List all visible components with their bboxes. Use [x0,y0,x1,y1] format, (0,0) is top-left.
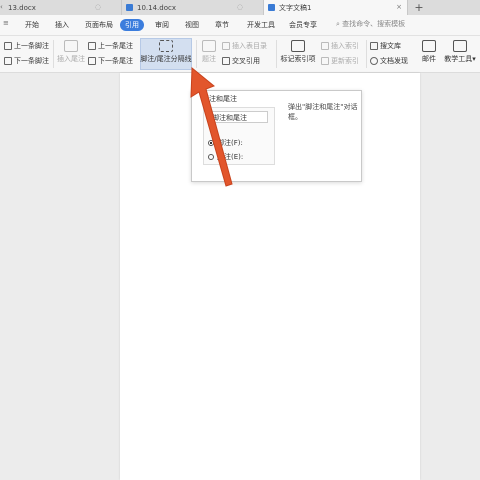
library-icon [370,42,378,50]
prev-footnote-button[interactable]: 上一条脚注 [4,41,49,51]
menu-dev-tools[interactable]: 开发工具 [242,19,280,31]
pin-icon[interactable]: ◌ [237,3,243,11]
menu-references[interactable]: 引用 [120,19,144,31]
next-endnote-icon [88,57,96,65]
mark-index-button[interactable]: 标记索引项 [279,40,317,64]
mail-label: 邮件 [422,55,436,63]
search-icon: ⌕ [336,20,340,28]
prev-endnote-button[interactable]: 上一条尾注 [88,41,133,51]
menu-view[interactable]: 视图 [180,19,204,31]
wps-doc-icon [126,4,133,11]
search-placeholder: 查找命令、搜索模板 [342,20,406,28]
prev-endnote-label: 上一条尾注 [98,42,133,50]
pin-icon[interactable]: ◌ [95,3,101,11]
separator-label: 脚注/尾注分隔线 [140,55,192,63]
next-footnote-label: 下一条脚注 [14,57,49,65]
next-footnote-icon [4,57,12,65]
next-footnote-button[interactable]: 下一条脚注 [4,56,49,66]
tab-wenzi[interactable]: 文字文稿1 × [264,0,408,15]
mail-button[interactable]: 邮件 [418,40,440,64]
new-tab-button[interactable]: + [412,0,426,15]
tab-13docx[interactable]: 13.docx ◌ [4,0,122,15]
insert-index-icon [321,42,329,50]
doc-discover-button[interactable]: 文档发现 [370,56,408,66]
update-index-icon [321,57,329,65]
update-index-label: 更新索引 [331,57,359,65]
menu-insert[interactable]: 插入 [50,19,74,31]
tools-button[interactable]: 教学工具▾ [441,40,479,64]
divider [276,40,277,68]
doc-discover-label: 文档发现 [380,57,408,65]
prev-endnote-icon [88,42,96,50]
discover-icon [370,57,378,65]
insert-endnote-label: 插入尾注 [57,55,85,63]
insert-toc-button[interactable]: 插入表目录 [222,41,267,51]
expand-icon[interactable]: ≡ [3,19,9,27]
caption-button[interactable]: 题注 [198,40,220,64]
prev-footnote-icon [4,42,12,50]
menu-member[interactable]: 会员专享 [284,19,322,31]
doc-library-button[interactable]: 搜文库 [370,41,401,51]
menu-start[interactable]: 开始 [20,19,44,31]
mark-index-icon [291,40,305,52]
wps-doc-icon [268,4,275,11]
insert-index-label: 插入索引 [331,42,359,50]
menu-chapter[interactable]: 章节 [210,19,234,31]
tab-label: 10.14.docx [137,3,176,12]
tooltip-description: 弹出"脚注和尾注"对话框。 [288,103,358,121]
insert-endnote-button[interactable]: 插入尾注 [54,40,88,64]
caption-label: 题注 [202,55,216,63]
menu-layout[interactable]: 页面布局 [80,19,118,31]
divider [366,40,367,68]
insert-toc-label: 插入表目录 [232,42,267,50]
prev-footnote-label: 上一条脚注 [14,42,49,50]
mark-index-label: 标记索引项 [280,55,316,63]
tab-1014docx[interactable]: 10.14.docx ◌ [122,0,264,15]
arrow-annotation [190,66,233,187]
next-endnote-button[interactable]: 下一条尾注 [88,56,133,66]
close-icon[interactable]: × [396,3,402,11]
tools-icon [453,40,467,52]
chevron-down-icon: ▾ [472,55,476,63]
separator-icon [159,40,173,52]
menu-review[interactable]: 审阅 [150,19,174,31]
separator-button[interactable]: 脚注/尾注分隔线 [140,40,192,64]
tab-bar: ‹ 13.docx ◌ 10.14.docx ◌ 文字文稿1 × + [0,0,480,15]
next-endnote-label: 下一条尾注 [98,57,133,65]
update-index-button[interactable]: 更新索引 [321,56,359,66]
endnote-icon [64,40,78,52]
doc-library-label: 搜文库 [380,42,401,50]
toc-icon [222,42,230,50]
tab-label: 文字文稿1 [279,3,312,12]
arrow-shape [190,66,233,187]
tab-label: 13.docx [8,3,36,12]
mail-icon [422,40,436,52]
caption-icon [202,40,216,52]
insert-index-button[interactable]: 插入索引 [321,41,359,51]
tools-label: 教学工具 [444,55,473,63]
search-box[interactable]: ⌕ 查找命令、搜索模板 [336,19,446,31]
